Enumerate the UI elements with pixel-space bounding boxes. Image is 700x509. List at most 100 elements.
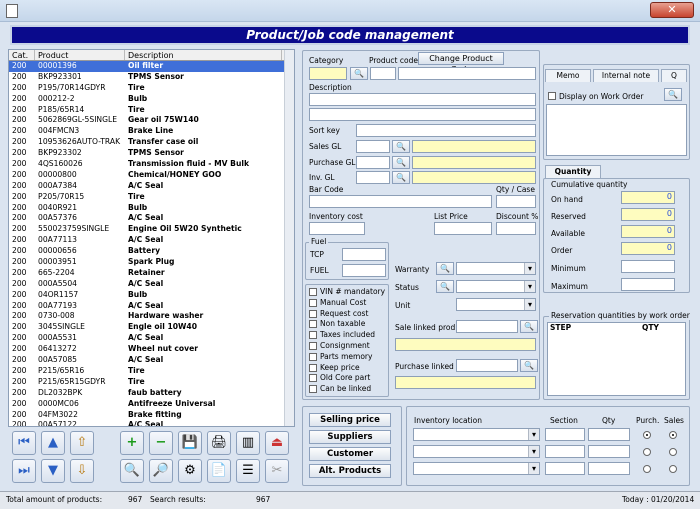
option-checkbox[interactable]	[309, 298, 317, 307]
table-row[interactable]: 200 BKP923302 TPMS Sensor	[9, 148, 294, 159]
remove-icon[interactable]: −	[149, 431, 173, 455]
category-lookup-icon[interactable]: 🔍	[350, 67, 368, 80]
change-product-code-button[interactable]: Change Product Code	[418, 52, 504, 74]
option-checkbox[interactable]	[309, 320, 317, 329]
table-row[interactable]: 200 0000MC06 Antifreeze Universal	[9, 399, 294, 410]
table-row[interactable]: 200 00000800 Chemical/HONEY GOO	[9, 170, 294, 181]
option-checkbox[interactable]	[309, 352, 317, 361]
warranty-lookup-icon[interactable]: 🔍	[436, 262, 454, 275]
settings-icon[interactable]: ⚙	[178, 459, 202, 483]
tools-icon[interactable]: ✂	[265, 459, 289, 483]
bar-code-field[interactable]	[309, 195, 492, 208]
search-icon[interactable]: 🔍	[120, 459, 144, 483]
option-checkbox[interactable]	[309, 374, 317, 383]
zoom-icon[interactable]: 🔎	[149, 459, 173, 483]
sale-linked-field[interactable]	[456, 320, 518, 333]
table-row[interactable]: 200 00A77113 A/C Seal	[9, 235, 294, 246]
inventory-location-select[interactable]	[413, 428, 540, 441]
alt-products-button[interactable]: Alt. Products	[309, 464, 391, 478]
minimum-field[interactable]	[621, 260, 675, 273]
sales-radio[interactable]	[669, 465, 677, 473]
option-checkbox[interactable]	[309, 385, 317, 394]
table-row[interactable]: 200 P215/65R15GDYR Tire	[9, 377, 294, 388]
list-icon[interactable]: ☰	[236, 459, 260, 483]
up-icon[interactable]: ▲	[41, 431, 65, 455]
tab-quantity[interactable]: Quantity	[545, 165, 601, 178]
inventory-section-field[interactable]	[545, 462, 585, 475]
table-row[interactable]: 200 000A5504 A/C Seal	[9, 279, 294, 290]
purch-radio[interactable]	[643, 448, 651, 456]
table-row[interactable]: 200 004FMCN3 Brake Line	[9, 126, 294, 137]
qty-case-field[interactable]	[496, 195, 536, 208]
tab-memo[interactable]: Memo	[545, 69, 591, 82]
inv-gl-lookup-icon[interactable]: 🔍	[392, 171, 410, 184]
first-icon[interactable]: ⏮	[12, 431, 36, 455]
inventory-qty-field[interactable]	[588, 462, 630, 475]
inventory-location-select[interactable]	[413, 462, 540, 475]
sale-linked-lookup-icon[interactable]: 🔍	[520, 320, 538, 333]
maximum-field[interactable]	[621, 278, 675, 291]
customer-button[interactable]: Customer	[309, 447, 391, 461]
unit-select[interactable]	[456, 298, 536, 311]
inventory-qty-field[interactable]	[588, 445, 630, 458]
table-row[interactable]: 200 00003951 Spark Plug	[9, 257, 294, 268]
product-code-prefix-field[interactable]	[370, 67, 396, 80]
option-checkbox[interactable]	[309, 363, 317, 372]
inventory-section-field[interactable]	[545, 428, 585, 441]
status-select[interactable]	[456, 280, 536, 293]
inventory-qty-field[interactable]	[588, 428, 630, 441]
option-checkbox[interactable]	[309, 288, 317, 296]
print-icon[interactable]: 🖨	[207, 431, 231, 455]
table-row[interactable]: 200 06413272 Wheel nut cover	[9, 344, 294, 355]
purchase-gl-field[interactable]	[356, 156, 390, 169]
save-icon[interactable]: 💾	[178, 431, 202, 455]
last-icon[interactable]: ⏭	[12, 459, 36, 483]
col-product[interactable]: Product	[35, 50, 125, 60]
barcode-icon[interactable]: ▥	[236, 431, 260, 455]
purchase-linked-field[interactable]	[456, 359, 518, 372]
purch-radio[interactable]	[643, 465, 651, 473]
tab-q[interactable]: Q	[661, 69, 687, 82]
table-row[interactable]: 200 04OR1157 Bulb	[9, 290, 294, 301]
selling-price-button[interactable]: Selling price	[309, 413, 391, 427]
sales-radio[interactable]	[669, 448, 677, 456]
col-description[interactable]: Description	[125, 50, 282, 60]
fuel-field[interactable]	[342, 264, 386, 277]
exit-icon[interactable]: ⏏	[265, 431, 289, 455]
purchase-linked-lookup-icon[interactable]: 🔍	[520, 359, 538, 372]
table-row[interactable]: 200 P205/70R15 Tire	[9, 192, 294, 203]
arrow-up-icon[interactable]: ⇧	[70, 431, 94, 455]
list-price-field[interactable]	[434, 222, 492, 235]
status-lookup-icon[interactable]: 🔍	[436, 280, 454, 293]
table-row[interactable]: 200 BKP923301 TPMS Sensor	[9, 72, 294, 83]
display-on-work-order-checkbox[interactable]	[548, 92, 556, 100]
inv-gl-field[interactable]	[356, 171, 390, 184]
table-row[interactable]: 200 00A57122 A/C Seal	[9, 420, 294, 426]
tab-internal-note[interactable]: Internal note	[593, 69, 659, 82]
table-row[interactable]: 200 00000656 Battery	[9, 246, 294, 257]
tcp-field[interactable]	[342, 248, 386, 261]
arrow-down-icon[interactable]: ⇩	[70, 459, 94, 483]
table-row[interactable]: 200 00A57376 A/C Seal	[9, 213, 294, 224]
add-icon[interactable]: +	[120, 431, 144, 455]
table-row[interactable]: 200 00A57085 A/C Seal	[9, 355, 294, 366]
product-list[interactable]: Cat. Product Description 200 00001396 Oil …	[8, 49, 295, 427]
description-field-1[interactable]	[309, 93, 536, 106]
document-icon[interactable]: 📄	[207, 459, 231, 483]
sort-key-field[interactable]	[356, 124, 536, 137]
table-row[interactable]: 200 000A5531 A/C Seal	[9, 333, 294, 344]
reservation-table[interactable]	[547, 322, 686, 396]
category-field[interactable]	[309, 67, 347, 80]
table-row[interactable]: 200 DL2032BPK faub battery	[9, 388, 294, 399]
table-row[interactable]: 200 04FM3022 Brake fitting	[9, 410, 294, 421]
purchase-gl-lookup-icon[interactable]: 🔍	[392, 156, 410, 169]
option-checkbox[interactable]	[309, 309, 317, 318]
table-row[interactable]: 200 665-2204 Retainer	[9, 268, 294, 279]
table-row[interactable]: 200 5062869GL-5SINGLE Gear oil 75W140	[9, 115, 294, 126]
option-checkbox[interactable]	[309, 331, 317, 340]
table-row[interactable]: 200 P215/65R16 Tire	[9, 366, 294, 377]
product-code-field[interactable]	[398, 67, 536, 80]
sales-gl-field[interactable]	[356, 140, 390, 153]
suppliers-button[interactable]: Suppliers	[309, 430, 391, 444]
inventory-section-field[interactable]	[545, 445, 585, 458]
